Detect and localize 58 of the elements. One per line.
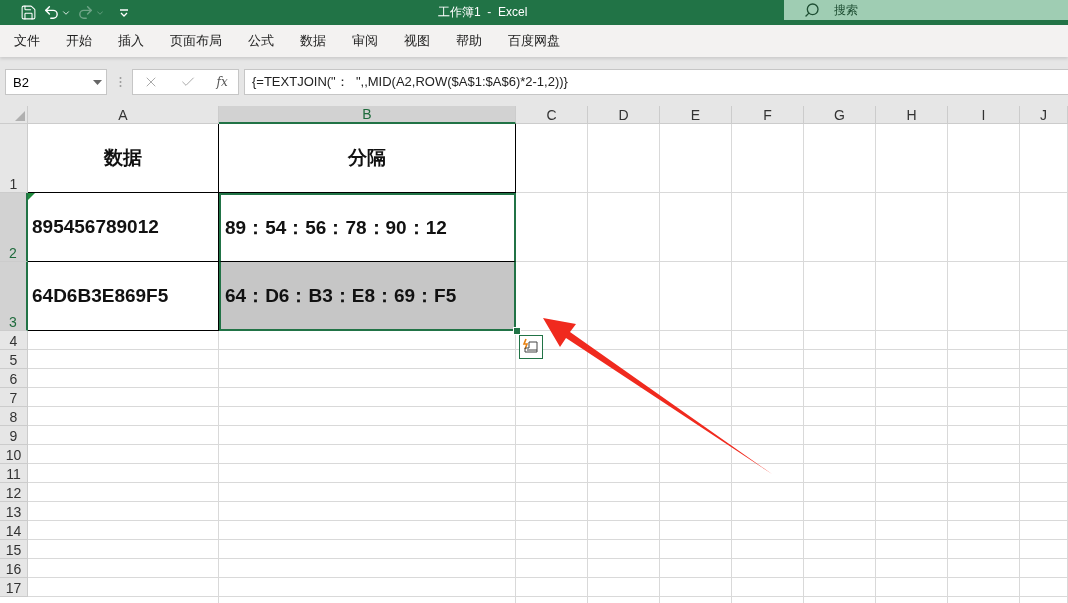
row-header[interactable]: 16 <box>0 559 28 578</box>
row-header[interactable]: 4 <box>0 331 28 350</box>
menu-tab[interactable]: 视图 <box>404 32 430 50</box>
column-header[interactable]: J <box>1020 106 1068 124</box>
row-header[interactable]: 3 <box>0 262 28 331</box>
column-header[interactable]: H <box>876 106 948 124</box>
row-header[interactable]: 5 <box>0 350 28 369</box>
select-all-button[interactable] <box>0 106 28 124</box>
menu-tab[interactable]: 审阅 <box>352 32 378 50</box>
row-header[interactable]: 8 <box>0 407 28 426</box>
quick-analysis-icon[interactable] <box>519 335 543 359</box>
column-header[interactable]: B <box>219 106 516 124</box>
search-icon <box>804 2 820 18</box>
menu-tab[interactable]: 文件 <box>14 32 40 50</box>
row-header[interactable]: 6 <box>0 369 28 388</box>
column-header[interactable]: A <box>28 106 219 124</box>
menu-tab[interactable]: 公式 <box>248 32 274 50</box>
menu-tab[interactable]: 帮助 <box>456 32 482 50</box>
menu-tab[interactable]: 数据 <box>300 32 326 50</box>
grip-icon <box>119 76 122 88</box>
save-icon[interactable] <box>20 4 37 21</box>
column-header[interactable]: C <box>516 106 588 124</box>
table-cell: 89：54：56：78：90：12 <box>219 193 516 262</box>
row-header[interactable]: 2 <box>0 193 28 262</box>
row-header[interactable]: 17 <box>0 578 28 597</box>
row-header[interactable]: 10 <box>0 445 28 464</box>
name-box[interactable]: B2 <box>5 69 107 95</box>
row-header[interactable]: 14 <box>0 521 28 540</box>
table-cell: 64：D6：B3：E8：69：F5 <box>219 262 516 331</box>
row-header[interactable]: 7 <box>0 388 28 407</box>
undo-icon[interactable] <box>43 4 60 21</box>
table-cell: 分隔 <box>219 124 516 193</box>
column-header[interactable]: E <box>660 106 732 124</box>
menu-tab[interactable]: 页面布局 <box>170 32 222 50</box>
formula-field[interactable]: {=TEXTJOIN("： ",,MID(A2,ROW($A$1:$A$6)*2-1,2))} <box>244 69 1068 95</box>
table-cell: 895456789012 <box>28 193 219 262</box>
window-title: 工作簿1 - Excel <box>437 4 529 21</box>
row-header[interactable]: 15 <box>0 540 28 559</box>
menu-tab[interactable]: 开始 <box>66 32 92 50</box>
menu-tab[interactable]: 插入 <box>118 32 144 50</box>
search-field[interactable]: 搜索 <box>784 0 1068 20</box>
table-cell: 64D6B3E869F5 <box>28 262 219 331</box>
dropdown-caret-icon[interactable] <box>93 79 102 85</box>
fill-handle[interactable] <box>513 327 521 335</box>
customize-icon[interactable] <box>119 7 129 18</box>
column-header[interactable]: G <box>804 106 876 124</box>
row-header[interactable]: 9 <box>0 426 28 445</box>
menu-tab[interactable]: 百度网盘 <box>508 32 560 50</box>
row-header[interactable]: 12 <box>0 483 28 502</box>
row-header[interactable]: 11 <box>0 464 28 483</box>
row-header[interactable]: 13 <box>0 502 28 521</box>
column-header[interactable]: I <box>948 106 1020 124</box>
row-header[interactable]: 1 <box>0 124 28 193</box>
insert-function-button[interactable]: fx <box>216 75 228 89</box>
corner-triangle-icon[interactable] <box>15 111 25 121</box>
column-header[interactable]: F <box>732 106 804 124</box>
table-cell: 数据 <box>28 124 219 193</box>
column-header[interactable]: D <box>588 106 660 124</box>
